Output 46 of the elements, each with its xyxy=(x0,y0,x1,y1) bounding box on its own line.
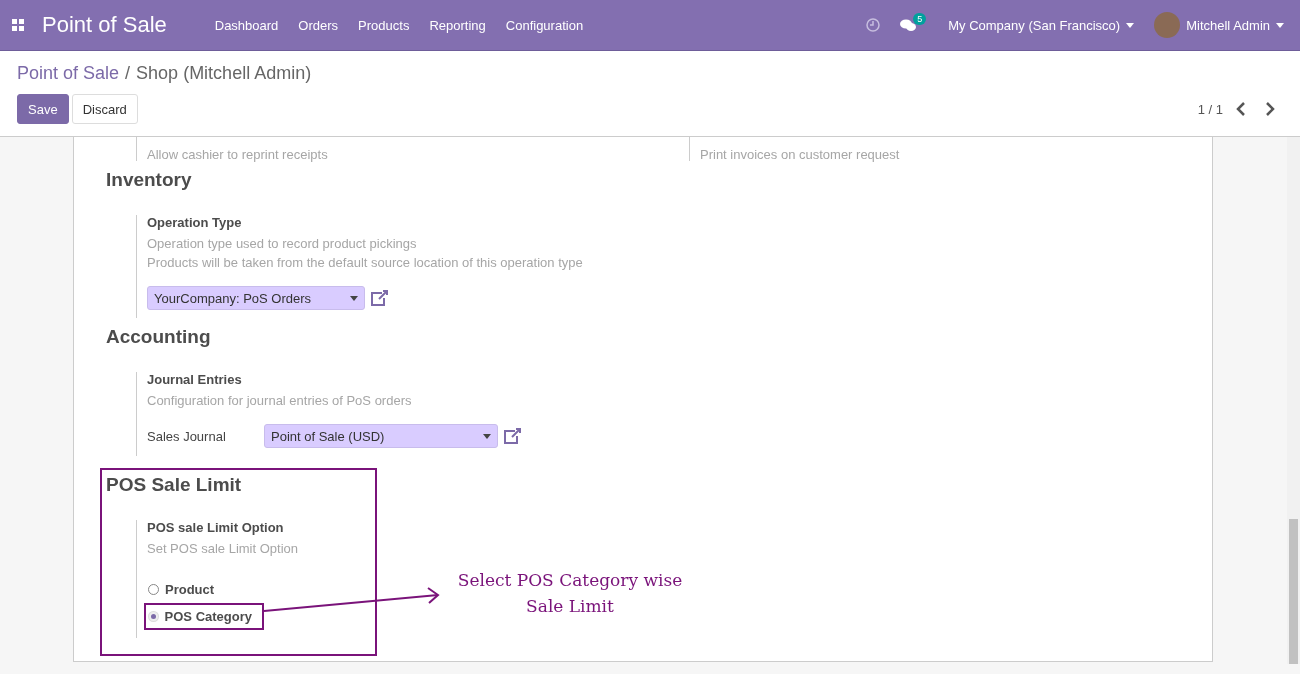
company-switcher[interactable]: My Company (San Francisco) xyxy=(948,17,1135,33)
section-heading: POS Sale Limit xyxy=(106,474,243,496)
discard-button[interactable]: Discard xyxy=(71,94,138,124)
app-title: Point of Sale xyxy=(42,12,167,38)
caret-icon xyxy=(483,433,491,439)
section-heading: Accounting xyxy=(106,326,212,348)
setting-description: Operation type used to record product pickings xyxy=(147,235,418,253)
user-menu[interactable]: Mitchell Admin xyxy=(1154,12,1284,38)
external-link-icon[interactable] xyxy=(502,427,522,445)
menu-item[interactable]: Orders xyxy=(298,17,339,33)
menu-item[interactable]: Reporting xyxy=(429,17,486,33)
setting-title: Journal Entries xyxy=(147,372,243,387)
pager-counter: 1 / 1 xyxy=(1197,101,1223,117)
apps-menu-icon[interactable] xyxy=(12,19,24,31)
setting-description: Print invoices on customer request xyxy=(700,146,901,164)
save-button[interactable]: Save xyxy=(17,94,69,124)
menu-item[interactable]: Configuration xyxy=(505,17,584,33)
setting-description: Products will be taken from the default source location of this operation type xyxy=(147,254,584,272)
scrollbar[interactable] xyxy=(1287,137,1300,664)
message-count-badge: 5 xyxy=(913,12,927,25)
setting-description: Configuration for journal entries of PoS orders xyxy=(147,392,413,410)
breadcrumb-separator: / xyxy=(125,63,131,84)
menu-item[interactable]: Products xyxy=(358,17,410,33)
section-heading: Inventory xyxy=(106,169,193,191)
setting-title: Operation Type xyxy=(147,215,243,230)
previous-icon[interactable] xyxy=(1236,102,1246,116)
user-avatar xyxy=(1154,12,1181,38)
caret-icon xyxy=(1276,22,1284,28)
chat-icon[interactable] xyxy=(900,18,917,32)
caret-icon xyxy=(350,295,358,301)
menu-item[interactable]: Dashboard xyxy=(214,17,279,33)
setting-title: POS sale Limit Option xyxy=(147,520,285,535)
external-link-icon[interactable] xyxy=(369,289,389,307)
breadcrumb-current: Shop (Mitchell Admin) xyxy=(136,63,312,84)
caret-icon xyxy=(1126,22,1135,28)
annotation-text: Select POS Category wise Sale Limit xyxy=(456,569,684,618)
next-icon[interactable] xyxy=(1265,102,1275,116)
radio-option[interactable]: Product xyxy=(147,578,365,601)
radio-option[interactable]: POS Category xyxy=(144,603,264,630)
breadcrumb-link[interactable]: Point of Sale xyxy=(17,63,120,84)
setting-description: Allow cashier to reprint receipts xyxy=(147,146,329,164)
clock-icon[interactable] xyxy=(866,18,881,32)
field-label: Sales Journal xyxy=(147,428,227,444)
sales-journal-select[interactable]: Point of Sale (USD) xyxy=(264,424,498,448)
operation-type-select[interactable]: YourCompany: PoS Orders xyxy=(147,286,365,310)
setting-description: Set POS sale Limit Option xyxy=(147,540,299,558)
